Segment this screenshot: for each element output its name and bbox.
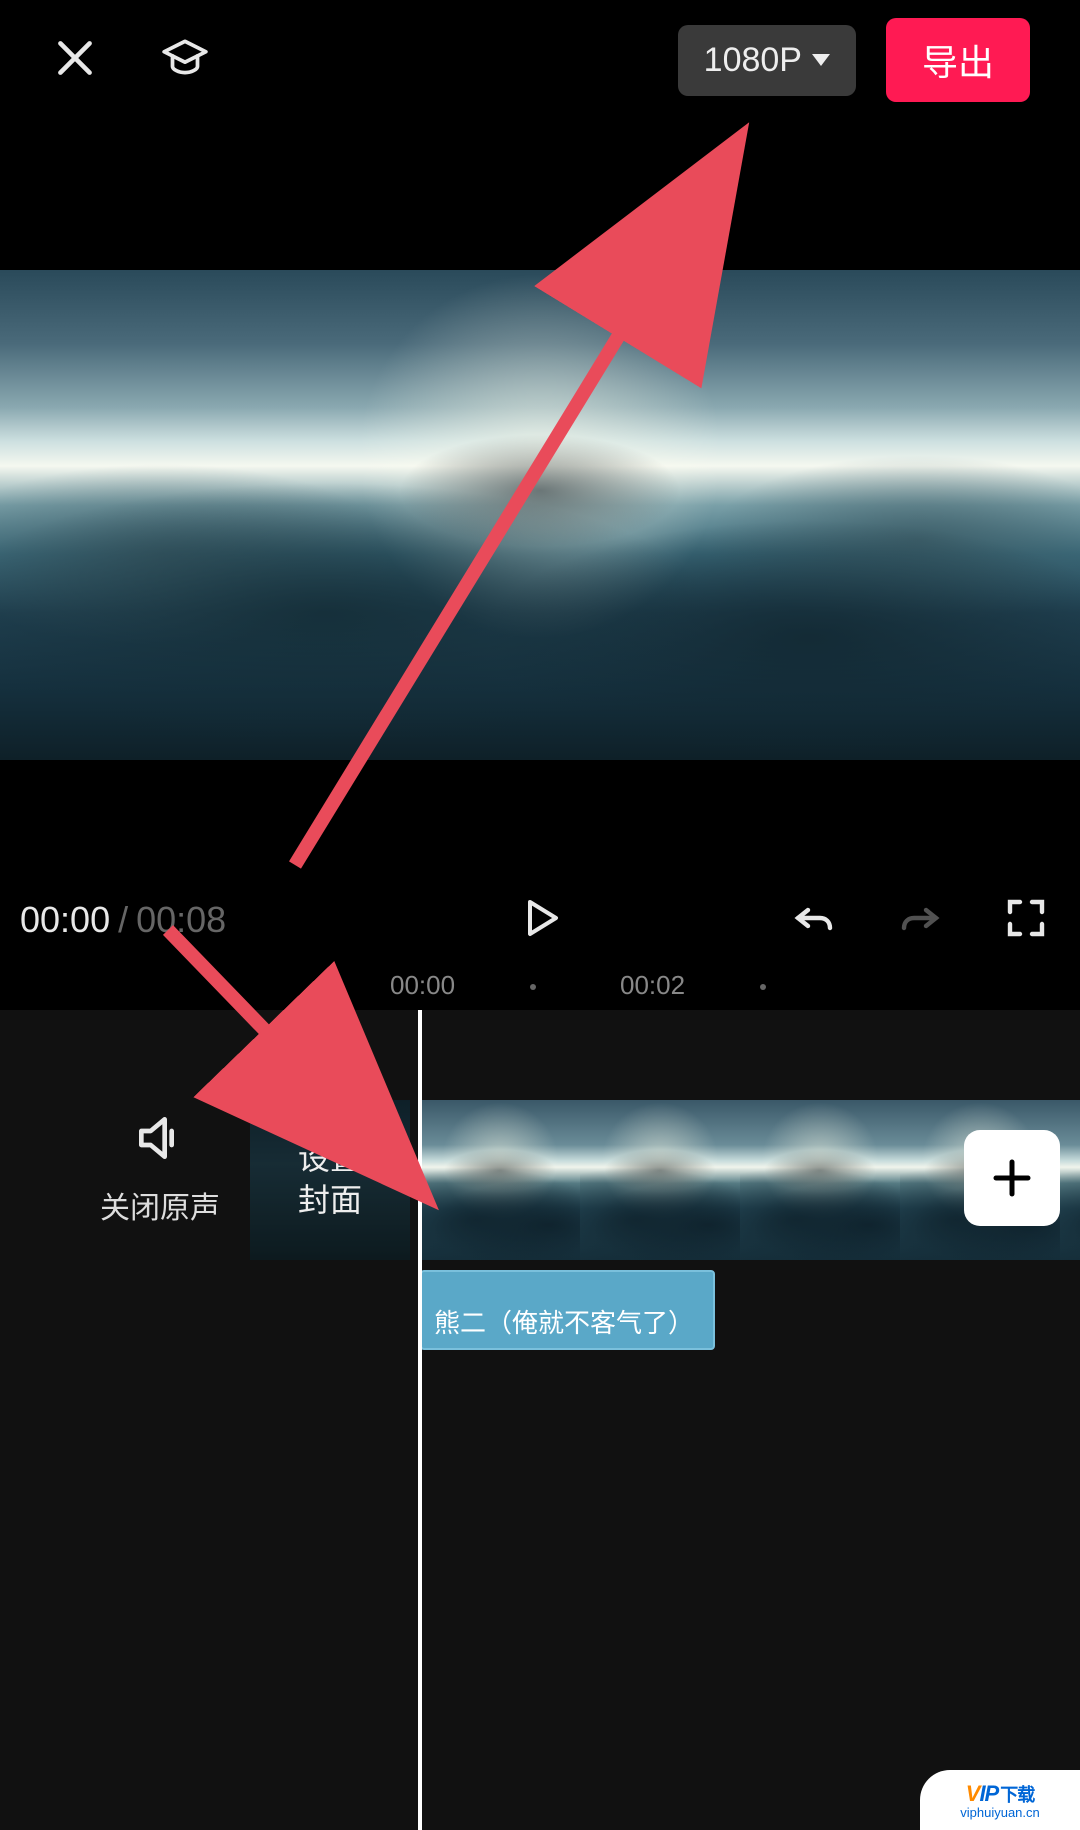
ruler-dot <box>760 984 766 990</box>
tutorial-icon[interactable] <box>160 33 210 88</box>
add-clip-button[interactable] <box>964 1130 1060 1226</box>
ruler-tick: 00:02 <box>620 970 685 1001</box>
caption-text: 熊二（俺就不客气了） <box>434 1303 694 1340</box>
header-left <box>50 33 210 88</box>
clip-thumbnail[interactable] <box>1060 1100 1080 1260</box>
total-time: 00:08 <box>136 899 226 941</box>
current-time: 00:00 <box>20 899 110 941</box>
playback-bar: 00:00 / 00:08 <box>0 880 1080 960</box>
mute-label: 关闭原声 <box>80 1183 240 1227</box>
redo-button[interactable] <box>896 894 944 947</box>
export-button[interactable]: 导出 <box>886 18 1030 102</box>
header-right: 1080P 导出 <box>678 18 1030 102</box>
playback-right <box>790 894 1050 947</box>
caption-clip[interactable]: 熊二（俺就不客气了） <box>420 1270 715 1350</box>
ruler-tick: 00:00 <box>390 970 455 1001</box>
set-cover-button[interactable]: 设置 封面 <box>250 1100 410 1260</box>
undo-button[interactable] <box>790 894 838 947</box>
watermark-url: viphuiyuan.cn <box>960 1805 1040 1820</box>
clip-thumbnail[interactable] <box>580 1100 740 1260</box>
video-preview[interactable] <box>0 270 1080 760</box>
chevron-down-icon <box>812 54 830 66</box>
mute-original-audio[interactable]: 关闭原声 <box>80 1110 240 1227</box>
fullscreen-button[interactable] <box>1002 894 1050 947</box>
preview-frame <box>0 270 1080 760</box>
time-separator: / <box>118 899 128 941</box>
cover-label: 设置 封面 <box>298 1138 362 1221</box>
playhead[interactable] <box>418 1010 422 1830</box>
header-bar: 1080P 导出 <box>0 0 1080 120</box>
clip-thumbnail[interactable] <box>740 1100 900 1260</box>
export-label: 导出 <box>922 42 994 83</box>
ruler-dot <box>530 984 536 990</box>
resolution-label: 1080P <box>704 41 802 80</box>
close-icon[interactable] <box>50 33 100 88</box>
play-button[interactable] <box>516 894 564 947</box>
watermark: VIP下载 viphuiyuan.cn <box>920 1770 1080 1830</box>
clip-thumbnail[interactable] <box>420 1100 580 1260</box>
watermark-brand: VIP下载 <box>966 1781 1034 1807</box>
timeline-ruler[interactable]: 00:00 00:02 <box>0 970 1080 1010</box>
timeline[interactable]: 关闭原声 设置 封面 熊二（俺就不客气了） <box>0 1010 1080 1830</box>
resolution-button[interactable]: 1080P <box>678 25 856 96</box>
